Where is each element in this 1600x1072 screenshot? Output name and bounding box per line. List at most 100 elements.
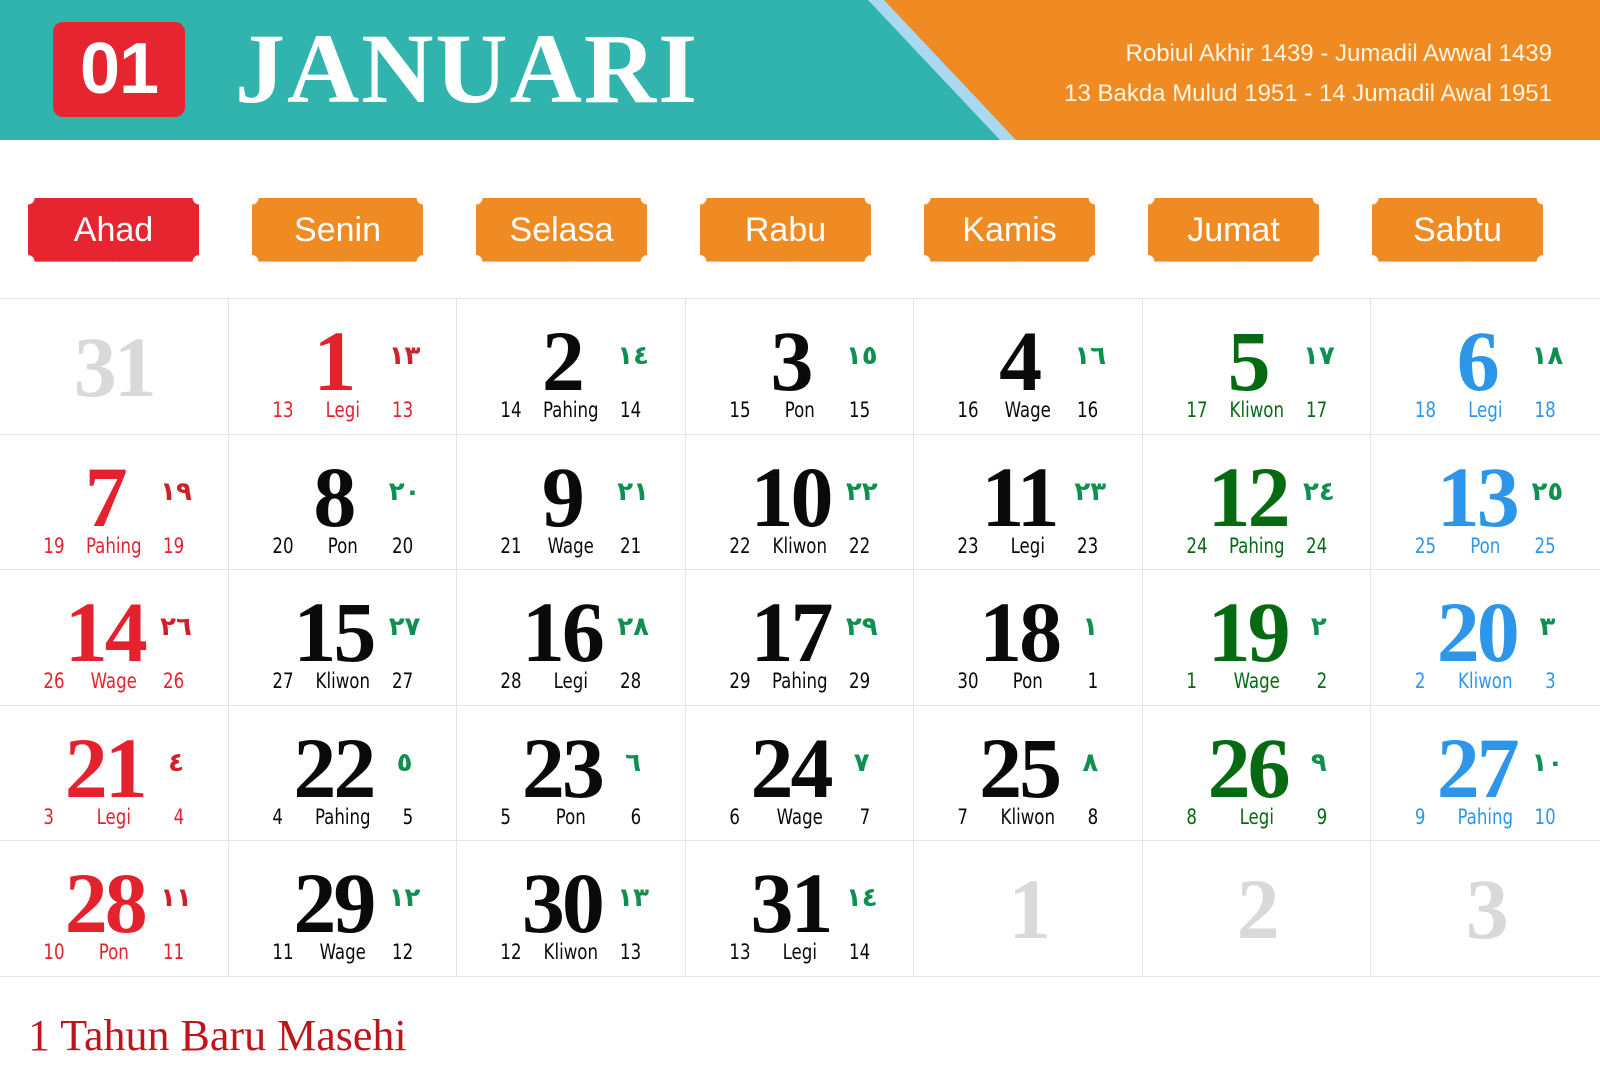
pasaran-name: Pon [1013, 669, 1044, 694]
javanese-day-row: 3 Legi 4 [14, 805, 214, 829]
calendar-cell: 21 ٤ 3 Legi 4 [0, 705, 229, 842]
day-number: 1 [1008, 861, 1051, 958]
calendar-cell: 17 ٢٩ 29 Pahing 29 [685, 570, 915, 706]
javanese-day-right: 22 [848, 533, 870, 558]
javanese-day-left: 11 [271, 940, 294, 965]
javanese-day-row: 13 Legi 13 [242, 398, 442, 422]
hijri-day: ١٧ [1302, 341, 1335, 371]
pasaran-name: Pon [327, 533, 358, 558]
javanese-day-left: 1 [1186, 669, 1197, 694]
calendar-cell: 6 ١٨ 18 Legi 18 [1371, 299, 1600, 435]
pasaran-name: Legi [553, 669, 589, 694]
hijri-day: ٢٩ [845, 612, 878, 643]
javanese-day-right: 19 [163, 533, 185, 558]
weekday-senin: Senin [252, 198, 423, 262]
javanese-day-right: 17 [1305, 398, 1328, 422]
calendar-cell: 30 ١٣ 12 Kliwon 13 [457, 841, 686, 977]
weekday-rabu: Rabu [700, 198, 871, 262]
calendar-cell: 15 ٢٧ 27 Kliwon 27 [228, 570, 458, 706]
calendar-cell: 14 ٢٦ 26 Wage 26 [0, 570, 229, 706]
pasaran-name: Wage [1004, 398, 1052, 422]
calendar-cell: 3 ١٥ 15 Pon 15 [685, 299, 915, 435]
calendar-cell-adjacent-month: 1 [914, 841, 1143, 977]
pasaran-name: Pahing [85, 533, 142, 558]
hijri-day: ١٣ [388, 341, 421, 371]
javanese-day-right: 15 [848, 398, 870, 422]
calendar-cell: 31 ١٤ 13 Legi 14 [685, 841, 915, 977]
day-number: 3 [1465, 861, 1509, 958]
javanese-day-row: 6 Wage 7 [699, 805, 899, 829]
javanese-day-left: 13 [729, 940, 751, 965]
hijri-day: ١٣ [617, 883, 650, 914]
javanese-day-row: 16 Wage 16 [928, 398, 1128, 422]
javanese-day-row: 29 Pahing 29 [699, 669, 899, 693]
javanese-day-right: 14 [620, 398, 642, 422]
calendar-cell: 25 ٨ 7 Kliwon 8 [914, 705, 1143, 842]
pasaran-name: Wage [1233, 669, 1280, 694]
javanese-day-row: 2 Kliwon 3 [1385, 669, 1586, 693]
javanese-day-row: 22 Kliwon 22 [699, 534, 899, 558]
javanese-day-row: 26 Wage 26 [14, 669, 214, 693]
javanese-day-row: 7 Kliwon 8 [928, 805, 1128, 829]
pasaran-name: Legi [1239, 804, 1274, 829]
pasaran-name: Pahing [1228, 533, 1285, 558]
hijri-day: ٥ [396, 747, 413, 778]
pasaran-name: Kliwon [1000, 804, 1056, 829]
javanese-month-range: 13 Bakda Mulud 1951 - 14 Jumadil Awal 19… [1064, 80, 1552, 107]
calendar-cell: 8 ٢٠ 20 Pon 20 [228, 434, 458, 571]
pasaran-name: Pon [555, 804, 586, 829]
javanese-day-left: 29 [729, 669, 751, 694]
javanese-day-row: 24 Pahing 24 [1156, 534, 1356, 558]
weekday-ahad: Ahad [28, 198, 199, 262]
hijri-day: ٧ [853, 747, 870, 778]
javanese-day-left: 8 [1186, 804, 1197, 829]
hijri-day: ٢١ [617, 476, 650, 507]
pasaran-name: Pon [98, 940, 129, 965]
hijri-day: ١٢ [388, 883, 421, 914]
javanese-day-right: 27 [391, 669, 413, 694]
javanese-day-left: 27 [271, 669, 294, 694]
calendar-cell: 1 ١٣ 13 Legi 13 [228, 299, 458, 435]
pasaran-name: Pon [1470, 533, 1501, 558]
javanese-day-row: 4 Pahing 5 [242, 805, 442, 829]
javanese-day-right: 12 [391, 940, 413, 965]
javanese-day-left: 3 [43, 804, 54, 829]
hijri-day: ٢٢ [845, 476, 878, 507]
javanese-day-left: 22 [729, 533, 751, 558]
calendar-cell: 23 ٦ 5 Pon 6 [457, 705, 686, 842]
javanese-day-row: 17 Kliwon 17 [1156, 398, 1356, 422]
month-header: 01 JANUARI Robiul Akhir 1439 - Jumadil A… [0, 0, 1600, 140]
calendar-cell: 7 ١٩ 19 Pahing 19 [0, 434, 229, 571]
javanese-day-right: 3 [1545, 669, 1557, 694]
calendar-cell-adjacent-month: 3 [1371, 841, 1600, 977]
weekday-jumat: Jumat [1148, 198, 1319, 262]
javanese-day-right: 9 [1316, 804, 1328, 829]
calendar-cell: 9 ٢١ 21 Wage 21 [457, 434, 686, 571]
javanese-day-right: 14 [848, 940, 870, 965]
javanese-day-right: 6 [630, 804, 642, 829]
javanese-day-left: 26 [43, 669, 65, 694]
javanese-day-left: 6 [729, 804, 740, 829]
javanese-day-left: 18 [1415, 398, 1437, 422]
pasaran-name: Legi [96, 804, 131, 829]
javanese-day-right: 13 [620, 940, 642, 965]
javanese-day-right: 25 [1534, 533, 1557, 558]
javanese-day-left: 21 [500, 533, 522, 558]
calendar-cell: 27 ١٠ 9 Pahing 10 [1371, 706, 1600, 842]
javanese-day-left: 7 [957, 804, 969, 829]
hijri-day: ٩ [1310, 747, 1327, 778]
javanese-day-left: 13 [271, 398, 294, 422]
hijri-day: ٢٨ [617, 612, 650, 643]
calendar-cell: 22 ٥ 4 Pahing 5 [228, 705, 458, 842]
calendar-cell: 5 ١٧ 17 Kliwon 17 [1142, 299, 1372, 435]
javanese-day-left: 24 [1186, 533, 1208, 558]
javanese-day-row: 12 Kliwon 13 [471, 940, 671, 964]
calendar-cell: 20 ٣ 2 Kliwon 3 [1371, 570, 1600, 706]
hijri-month-range: Robiul Akhir 1439 - Jumadil Awwal 1439 [1125, 40, 1552, 67]
pasaran-name: Pahing [314, 804, 371, 829]
javanese-day-left: 23 [957, 533, 979, 558]
pasaran-name: Wage [90, 669, 137, 694]
day-number: 31 [73, 319, 157, 415]
pasaran-name: Wage [776, 804, 823, 829]
javanese-day-row: 1 Wage 2 [1156, 669, 1356, 693]
